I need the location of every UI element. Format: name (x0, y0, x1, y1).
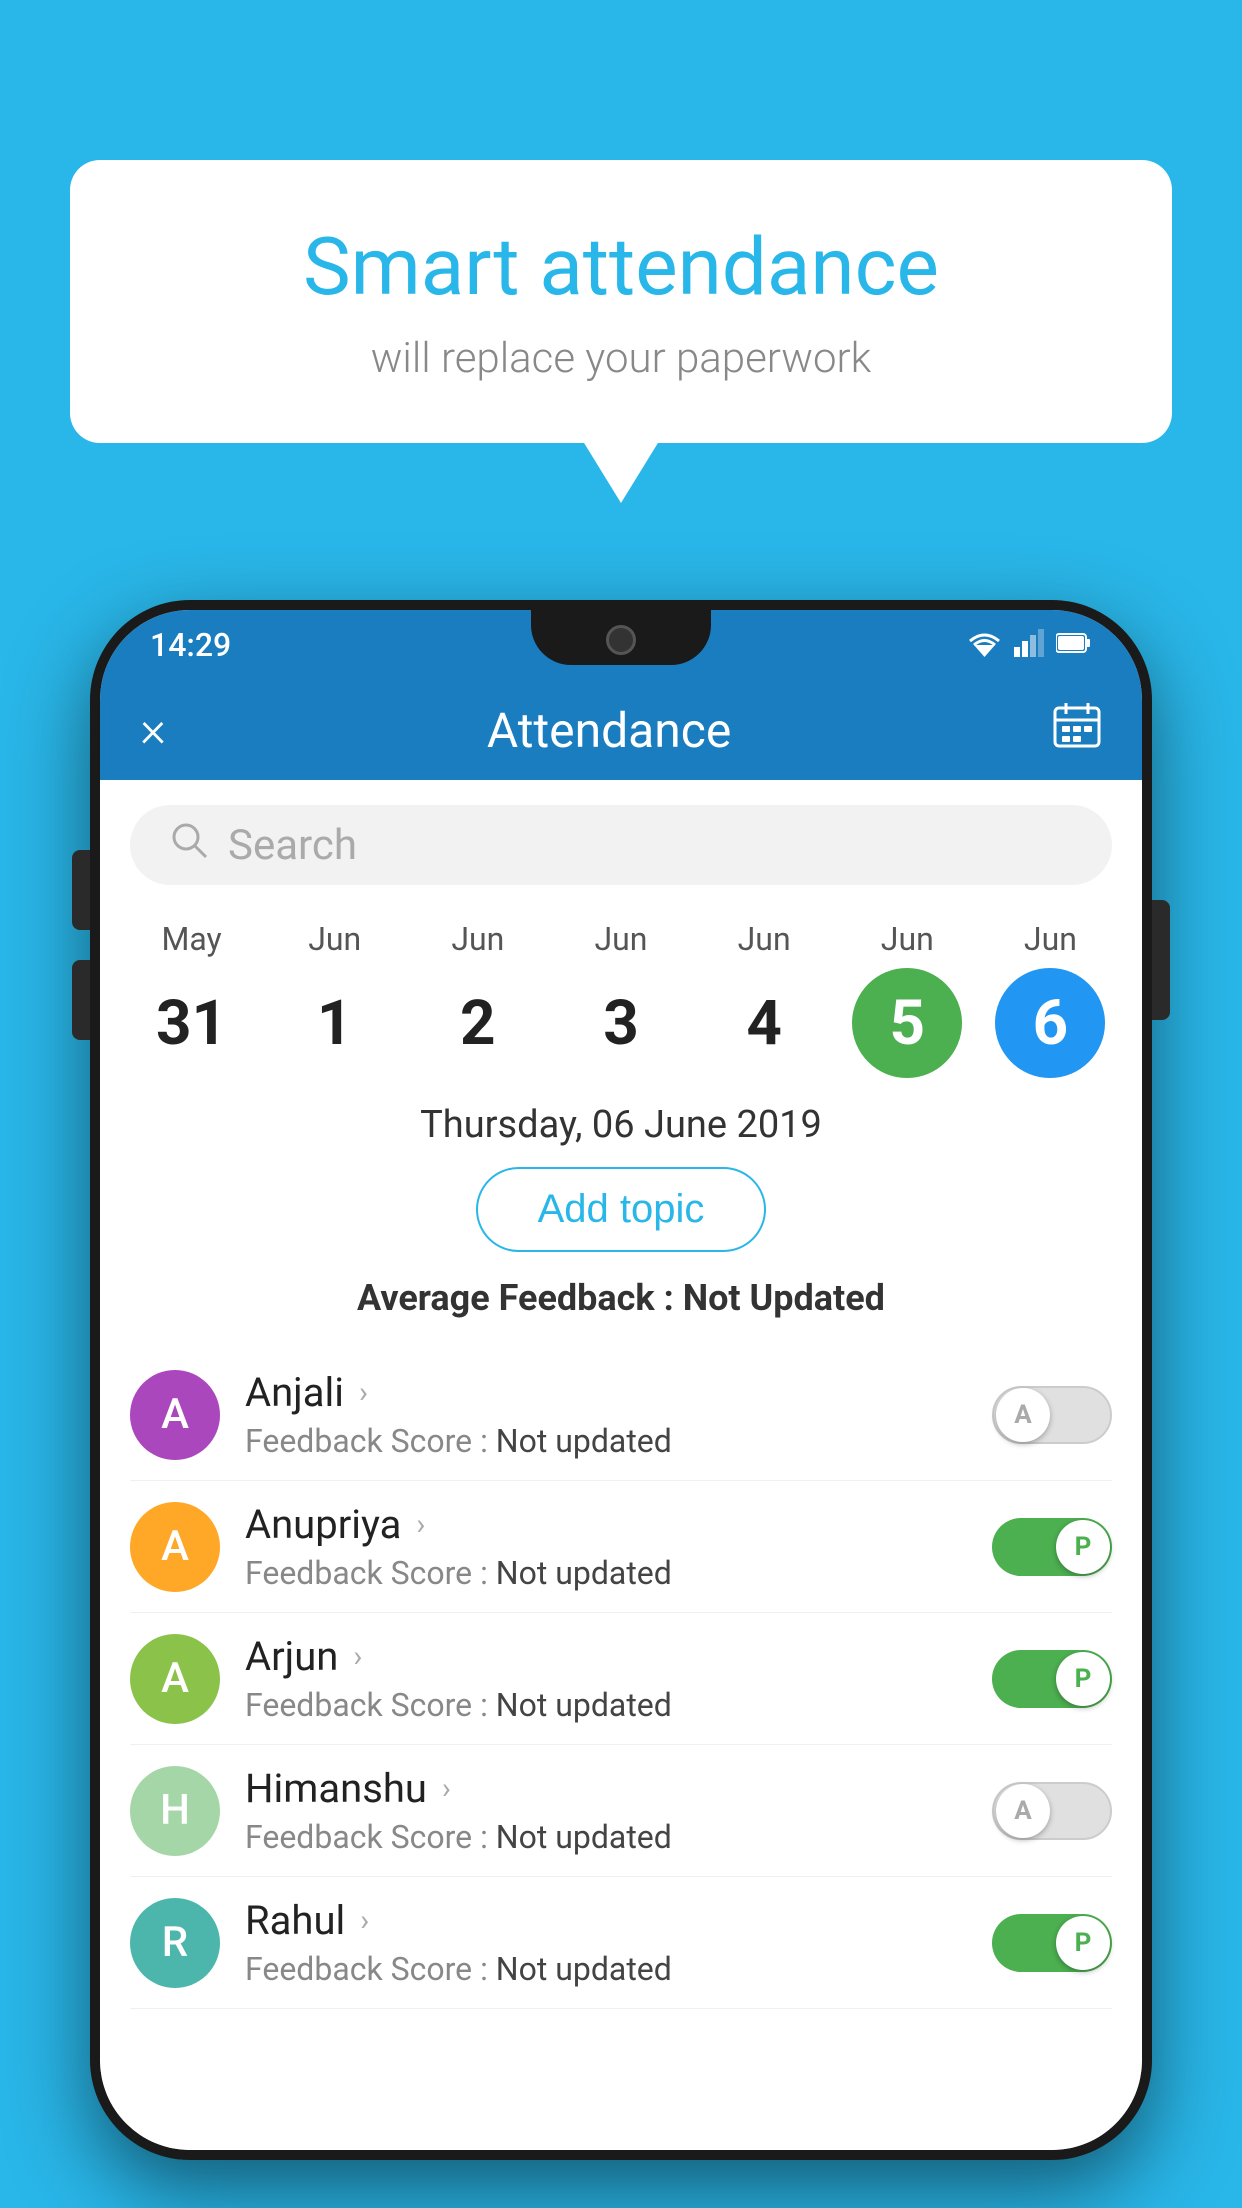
search-icon (170, 821, 208, 869)
chevron-icon: › (360, 1903, 369, 1938)
status-time: 14:29 (150, 626, 231, 664)
calendar-day[interactable]: May 31 (122, 920, 262, 1078)
cal-month-label: Jun (595, 920, 648, 958)
cal-date-number[interactable]: 2 (423, 968, 533, 1078)
app-content: Search May 31 Jun 1 Jun 2 Jun 3 Jun 4 Jun 5 Jun 6 Thu… (100, 780, 1142, 2150)
cal-date-number[interactable]: 3 (566, 968, 676, 1078)
student-item[interactable]: R Rahul › Feedback Score : Not updated P (130, 1877, 1112, 2009)
student-feedback: Feedback Score : Not updated (245, 1818, 967, 1856)
student-name: Himanshu › (245, 1765, 967, 1812)
app-header: × Attendance (100, 680, 1142, 780)
cal-date-number[interactable]: 5 (852, 968, 962, 1078)
toggle-knob: A (996, 1784, 1050, 1838)
calendar-day[interactable]: Jun 4 (694, 920, 834, 1078)
calendar-day[interactable]: Jun 6 (980, 920, 1120, 1078)
cal-date-number[interactable]: 1 (280, 968, 390, 1078)
calendar-day[interactable]: Jun 5 (837, 920, 977, 1078)
speech-bubble: Smart attendance will replace your paper… (70, 160, 1172, 443)
calendar-day[interactable]: Jun 3 (551, 920, 691, 1078)
chevron-icon: › (359, 1375, 368, 1410)
student-item[interactable]: A Anjali › Feedback Score : Not updated A (130, 1349, 1112, 1481)
student-info: Anjali › Feedback Score : Not updated (220, 1369, 992, 1460)
cal-date-number[interactable]: 6 (995, 968, 1105, 1078)
attendance-toggle[interactable]: P (992, 1518, 1112, 1576)
student-avatar: H (130, 1766, 220, 1856)
cal-date-number[interactable]: 4 (709, 968, 819, 1078)
cal-month-label: May (161, 920, 221, 958)
toggle-knob: P (1056, 1916, 1110, 1970)
phone-shell: 14:29 (90, 600, 1152, 2160)
add-topic-button[interactable]: Add topic (476, 1167, 767, 1252)
cal-month-label: Jun (738, 920, 791, 958)
close-button[interactable]: × (140, 701, 166, 759)
student-name: Anjali › (245, 1369, 967, 1416)
attendance-toggle[interactable]: P (992, 1650, 1112, 1708)
battery-icon (1056, 632, 1092, 658)
chevron-icon: › (442, 1771, 451, 1806)
student-item[interactable]: H Himanshu › Feedback Score : Not updated A (130, 1745, 1112, 1877)
student-item[interactable]: A Arjun › Feedback Score : Not updated P (130, 1613, 1112, 1745)
search-bar[interactable]: Search (130, 805, 1112, 885)
student-feedback: Feedback Score : Not updated (245, 1554, 967, 1592)
student-feedback: Feedback Score : Not updated (245, 1422, 967, 1460)
attendance-toggle[interactable]: P (992, 1914, 1112, 1972)
attendance-toggle[interactable]: A (992, 1386, 1112, 1444)
toggle-knob: A (996, 1388, 1050, 1442)
phone-container: 14:29 (90, 600, 1152, 2208)
bubble-subtitle: will replace your paperwork (150, 334, 1092, 383)
wifi-icon (967, 629, 1002, 661)
toggle-knob: P (1056, 1652, 1110, 1706)
phone-volume-down-button (72, 960, 90, 1040)
cal-month-label: Jun (881, 920, 934, 958)
student-list: AAnjali ›Feedback Score : Not updatedAAA… (100, 1349, 1142, 2009)
cal-month-label: Jun (451, 920, 504, 958)
student-avatar: A (130, 1634, 220, 1724)
phone-notch (531, 610, 711, 665)
phone-screen: 14:29 (100, 610, 1142, 2150)
header-title: Attendance (487, 702, 732, 759)
signal-icon (1014, 629, 1044, 661)
calendar-day[interactable]: Jun 1 (265, 920, 405, 1078)
cal-month-label: Jun (1024, 920, 1077, 958)
calendar-day[interactable]: Jun 2 (408, 920, 548, 1078)
student-avatar: R (130, 1898, 220, 1988)
student-info: Anupriya › Feedback Score : Not updated (220, 1501, 992, 1592)
selected-date: Thursday, 06 June 2019 (100, 1103, 1142, 1147)
student-name: Anupriya › (245, 1501, 967, 1548)
cal-date-number[interactable]: 31 (137, 968, 247, 1078)
phone-volume-up-button (72, 850, 90, 930)
status-icons (967, 629, 1092, 661)
calendar-icon[interactable] (1052, 700, 1102, 760)
student-feedback: Feedback Score : Not updated (245, 1950, 967, 1988)
student-name: Arjun › (245, 1633, 967, 1680)
cal-month-label: Jun (308, 920, 361, 958)
student-info: Himanshu › Feedback Score : Not updated (220, 1765, 992, 1856)
student-feedback: Feedback Score : Not updated (245, 1686, 967, 1724)
toggle-knob: P (1056, 1520, 1110, 1574)
phone-power-button (1152, 900, 1170, 1020)
attendance-toggle[interactable]: A (992, 1782, 1112, 1840)
bubble-title: Smart attendance (150, 220, 1092, 314)
chevron-icon: › (353, 1639, 362, 1674)
chevron-icon: › (416, 1507, 425, 1542)
student-avatar: A (130, 1370, 220, 1460)
calendar-strip: May 31 Jun 1 Jun 2 Jun 3 Jun 4 Jun 5 Jun 6 (100, 900, 1142, 1078)
student-avatar: A (130, 1502, 220, 1592)
student-info: Rahul › Feedback Score : Not updated (220, 1897, 992, 1988)
front-camera (606, 625, 636, 655)
student-info: Arjun › Feedback Score : Not updated (220, 1633, 992, 1724)
search-input[interactable]: Search (228, 821, 357, 870)
student-name: Rahul › (245, 1897, 967, 1944)
student-item[interactable]: A Anupriya › Feedback Score : Not updated P (130, 1481, 1112, 1613)
avg-feedback: Average Feedback : Not Updated (100, 1277, 1142, 1319)
